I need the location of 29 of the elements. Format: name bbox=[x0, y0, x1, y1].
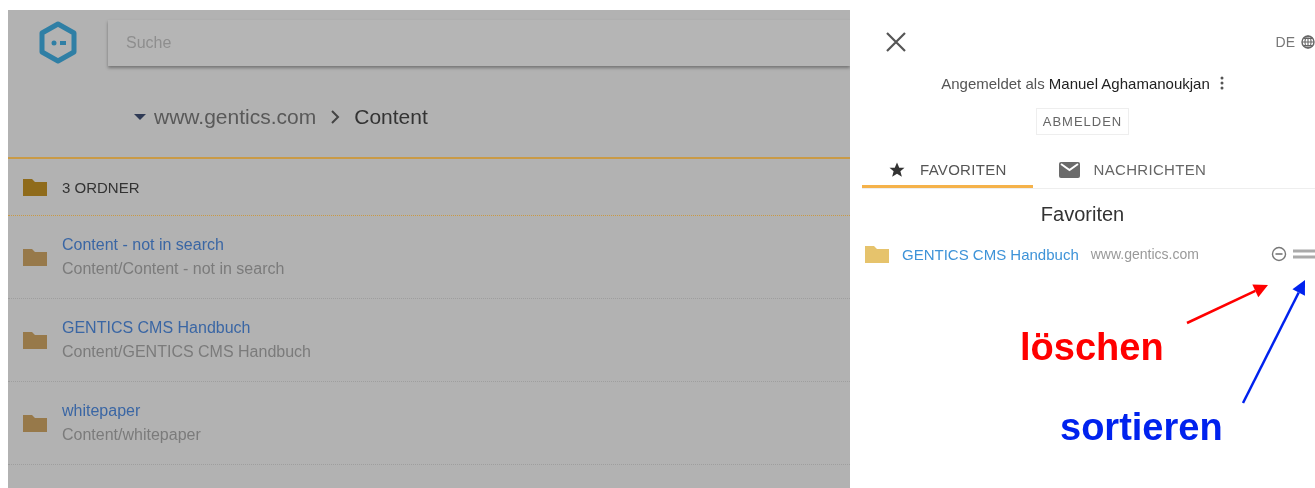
breadcrumb-current: Content bbox=[354, 104, 428, 129]
chevron-icon bbox=[330, 109, 341, 124]
login-status: Angemeldet als Manuel Aghamanoukjan bbox=[941, 74, 1210, 92]
favorite-link[interactable]: GENTICS CMS Handbuch bbox=[902, 245, 1079, 263]
drag-handle-icon[interactable] bbox=[1293, 249, 1315, 259]
annotation-label: löschen bbox=[1020, 326, 1164, 369]
remove-icon[interactable] bbox=[1271, 246, 1287, 262]
folder-icon bbox=[22, 330, 48, 350]
globe-icon[interactable] bbox=[1301, 35, 1315, 49]
language-selector[interactable]: DE bbox=[1275, 34, 1295, 50]
folder-link[interactable]: GENTICS CMS Handbuch bbox=[62, 319, 311, 337]
panel-heading: Favoriten bbox=[1039, 203, 1126, 226]
mail-icon bbox=[1058, 161, 1080, 178]
tab[interactable]: NACHRICHTEN bbox=[1032, 154, 1233, 188]
folder-icon bbox=[22, 413, 48, 433]
logout-button[interactable]: ABMELDEN bbox=[1035, 108, 1130, 135]
breadcrumb-link[interactable]: www.gentics.com bbox=[154, 104, 317, 129]
tab[interactable]: FAVORITEN bbox=[862, 154, 1033, 188]
folder-link[interactable]: Content - not in search bbox=[62, 236, 285, 254]
more-icon[interactable] bbox=[1219, 76, 1224, 90]
folder-icon bbox=[864, 244, 890, 264]
folder-icon bbox=[22, 247, 48, 267]
caret-icon[interactable] bbox=[134, 112, 146, 121]
favorite-site: www.gentics.com bbox=[1090, 246, 1199, 262]
annotation-label: sortieren bbox=[1060, 406, 1223, 449]
close-icon[interactable] bbox=[886, 32, 906, 52]
section-heading: 3 ORDNER bbox=[62, 178, 140, 196]
folder-icon bbox=[22, 177, 48, 197]
folder-link[interactable]: whitepaper bbox=[62, 402, 201, 420]
